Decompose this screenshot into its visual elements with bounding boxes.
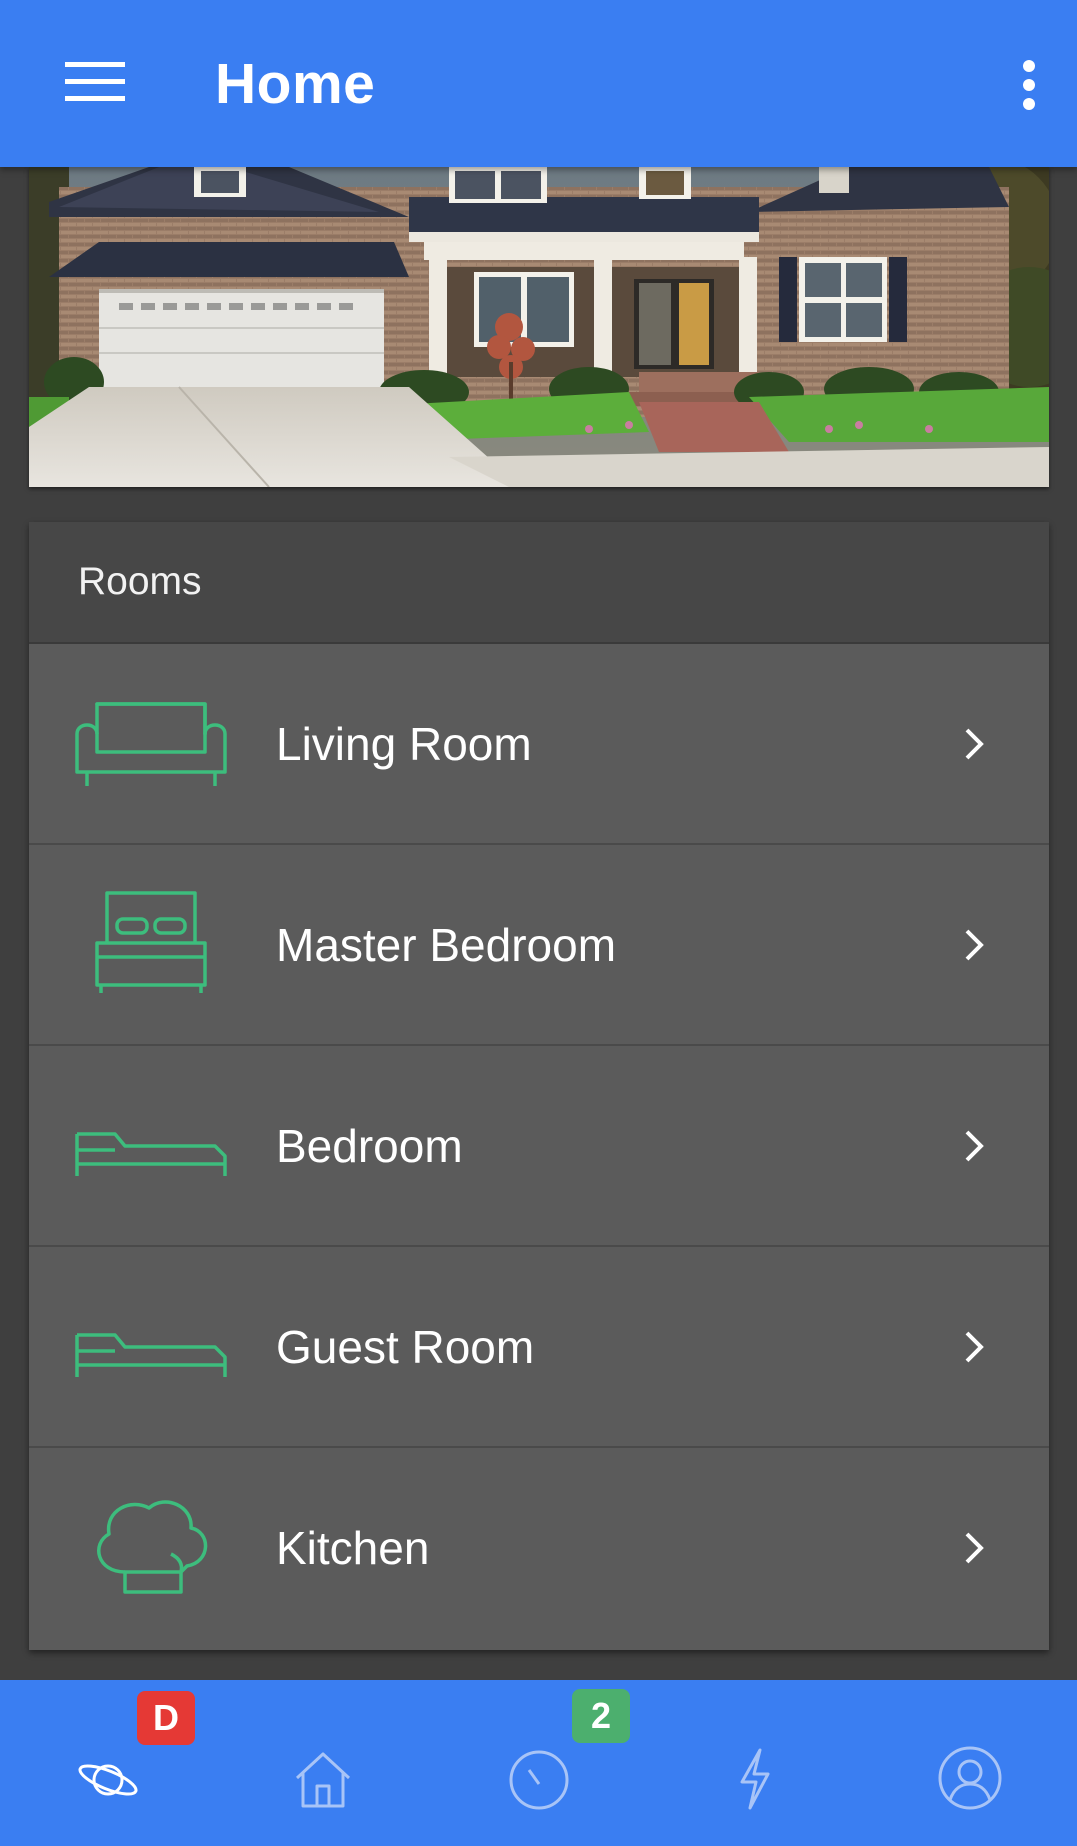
house-exterior-photo: [29, 167, 1049, 487]
room-row-guest-room[interactable]: Guest Room: [29, 1247, 1049, 1448]
chevron-right-icon: [959, 923, 989, 967]
rooms-card: Rooms Living Room Master Bedroom Bedroom…: [29, 522, 1049, 1650]
timer-icon: [509, 1750, 568, 1810]
nav-profile[interactable]: [862, 1680, 1077, 1846]
room-label: Master Bedroom: [276, 919, 617, 971]
planet-icon: [77, 1764, 138, 1796]
chevron-right-icon: [959, 1325, 989, 1369]
nav-energy[interactable]: [646, 1680, 861, 1846]
double-bed-icon: [75, 885, 227, 1005]
room-row-living-room[interactable]: Living Room: [29, 644, 1049, 845]
notification-badge: D: [137, 1691, 195, 1745]
count-badge: 2: [572, 1689, 630, 1743]
more-vert-icon[interactable]: [1001, 45, 1057, 125]
lightning-icon: [740, 1748, 769, 1810]
chevron-right-icon: [959, 1124, 989, 1168]
room-label: Kitchen: [276, 1522, 430, 1574]
single-bed-icon: [75, 1086, 227, 1206]
single-bed-icon: [75, 1287, 227, 1407]
room-row-bedroom[interactable]: Bedroom: [29, 1046, 1049, 1247]
home-screen: Home Rooms Living Room Master Bedroom Be…: [0, 0, 1077, 1846]
house-icon: [295, 1752, 350, 1808]
hamburger-menu-icon[interactable]: [56, 50, 134, 112]
bottom-navigation: D 2: [0, 1680, 1077, 1846]
room-label: Living Room: [276, 718, 532, 770]
sofa-icon: [75, 684, 227, 804]
rooms-header: Rooms: [29, 522, 1049, 644]
room-label: Bedroom: [276, 1120, 463, 1172]
chevron-right-icon: [959, 722, 989, 766]
chevron-right-icon: [959, 1526, 989, 1570]
page-title: Home: [215, 52, 376, 116]
room-row-kitchen[interactable]: Kitchen: [29, 1448, 1049, 1649]
room-row-master-bedroom[interactable]: Master Bedroom: [29, 845, 1049, 1046]
nav-home[interactable]: [215, 1680, 430, 1846]
top-app-bar: Home: [0, 0, 1077, 167]
user-avatar-icon: [938, 1746, 1001, 1810]
chef-hat-icon: [75, 1488, 227, 1608]
room-label: Guest Room: [276, 1321, 535, 1373]
